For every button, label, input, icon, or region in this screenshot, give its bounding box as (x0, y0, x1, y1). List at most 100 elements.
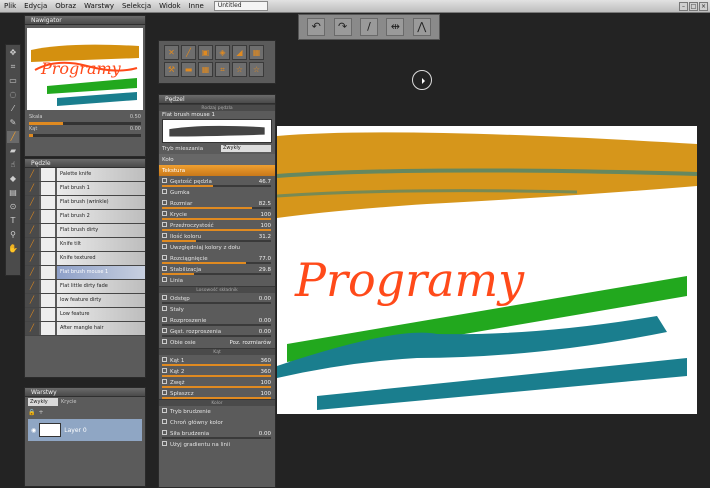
checkbox-icon[interactable] (162, 189, 167, 194)
add-layer-icon[interactable]: + (38, 409, 43, 416)
checkbox-icon[interactable] (162, 379, 167, 384)
property-row[interactable]: Rozciągnięcie 77.0 (159, 253, 275, 264)
option-kolo[interactable]: Koło (159, 154, 275, 165)
menu-plik[interactable]: Plik (0, 0, 20, 13)
checkbox-icon[interactable] (162, 255, 167, 260)
tile-stack-icon[interactable]: ◈ (215, 45, 230, 60)
checkbox-icon[interactable] (162, 390, 167, 395)
checkbox-icon[interactable] (162, 200, 167, 205)
property-row[interactable]: Tryb brudzenie (159, 406, 275, 417)
tile-tri-icon[interactable]: ◢ (232, 45, 247, 60)
blend-mode-dropdown[interactable]: Zwykły (221, 145, 271, 152)
minimize-icon[interactable]: – (679, 2, 688, 11)
tile-grid-icon[interactable]: ▦ (198, 62, 213, 77)
checkbox-icon[interactable] (162, 368, 167, 373)
clone-icon[interactable]: ⊙ (7, 201, 19, 213)
property-row[interactable]: Gęst. rozproszenia 0.00 (159, 326, 275, 337)
tile-folder-icon[interactable]: ▬ (181, 62, 196, 77)
property-row[interactable]: Rozmiar 82.5 (159, 198, 275, 209)
move-icon[interactable]: ✥ (7, 47, 19, 59)
checkbox-icon[interactable] (162, 277, 167, 282)
brush-item[interactable]: ╱ low feature dirty (25, 294, 145, 308)
property-row[interactable]: Spłaszcz 100 (159, 388, 275, 399)
property-row[interactable]: Przeźroczystość 100 (159, 220, 275, 231)
property-row[interactable]: Siła brudzenia 0.00 (159, 428, 275, 439)
tile-crop-icon[interactable]: ⌗ (215, 62, 230, 77)
eyedropper-icon[interactable]: ⁄ (7, 103, 19, 115)
checkbox-icon[interactable] (162, 244, 167, 249)
brush-item[interactable]: ╱ Palette knife (25, 168, 145, 182)
angle-slider[interactable] (29, 134, 141, 137)
brush-tool-icon[interactable]: / (359, 18, 378, 36)
smudge-icon[interactable]: ☝ (7, 159, 19, 171)
crop-icon[interactable]: ⌗ (7, 61, 19, 73)
brush-item[interactable]: ╱ Knife tilt (25, 238, 145, 252)
brush-item[interactable]: ╱ Knife textured (25, 252, 145, 266)
menu-widok[interactable]: Widok (155, 0, 185, 13)
property-row[interactable]: Linia (159, 275, 275, 286)
blend-mode-select[interactable]: Zwykły (28, 398, 58, 406)
pen-icon[interactable]: ✎ (7, 117, 19, 129)
brush-item[interactable]: ╱ After mangle hair (25, 322, 145, 336)
hand-icon[interactable]: ✋ (7, 243, 19, 255)
text-icon[interactable]: T (7, 215, 19, 227)
tile-brush-icon[interactable]: ╱ (181, 45, 196, 60)
checkbox-icon[interactable] (162, 430, 167, 435)
eraser-icon[interactable]: ▰ (7, 145, 19, 157)
checkbox-icon[interactable] (162, 266, 167, 271)
brush-icon[interactable]: ╱ (7, 131, 19, 143)
scale-slider[interactable] (29, 122, 141, 125)
brush-item[interactable]: ╱ Flat brush dirty (25, 224, 145, 238)
tile-star-icon[interactable]: ☆ (232, 62, 247, 77)
checkbox-icon[interactable] (162, 339, 167, 344)
tile-layers-icon[interactable]: ▣ (198, 45, 213, 60)
fill-icon[interactable]: ◆ (7, 173, 19, 185)
checkbox-icon[interactable] (162, 211, 167, 216)
property-row[interactable]: Odstęp 0.00 (159, 293, 275, 304)
tile-tools-icon[interactable]: ✕ (164, 45, 179, 60)
brush-item[interactable]: ╱ Flat brush mouse 1 (25, 266, 145, 280)
redo-icon[interactable]: ↷ (333, 18, 352, 36)
property-row[interactable]: Gumka (159, 187, 275, 198)
tile-hammer-icon[interactable]: ⚒ (164, 62, 179, 77)
checkbox-icon[interactable] (162, 408, 167, 413)
brush-item[interactable]: ╱ Flat brush (wrinkle) (25, 196, 145, 210)
zoom-icon[interactable]: ⚲ (7, 229, 19, 241)
menu-inne[interactable]: Inne (185, 0, 208, 13)
checkbox-icon[interactable] (162, 328, 167, 333)
gradient-icon[interactable]: ▤ (7, 187, 19, 199)
menu-edycja[interactable]: Edycja (20, 0, 51, 13)
checkbox-icon[interactable] (162, 357, 167, 362)
checkbox-icon[interactable] (162, 222, 167, 227)
property-row[interactable]: Obie osie Poz. rozmiarów (159, 337, 275, 348)
property-row[interactable]: Chroń główny kolor (159, 417, 275, 428)
menu-obraz[interactable]: Obraz (51, 0, 80, 13)
brush-item[interactable]: ╱ Low feature (25, 308, 145, 322)
brush-item[interactable]: ╱ Flat little dirty fade (25, 280, 145, 294)
document-tab[interactable]: Untitled (213, 1, 268, 11)
checkbox-icon[interactable] (162, 178, 167, 183)
checkbox-icon[interactable] (162, 233, 167, 238)
rect-select-icon[interactable]: ▭ (7, 75, 19, 87)
checkbox-icon[interactable] (162, 317, 167, 322)
lasso-icon[interactable]: ◌ (7, 89, 19, 101)
symmetry-icon[interactable]: ⋀ (412, 18, 431, 36)
property-row[interactable]: Ilość koloru 31.2 (159, 231, 275, 242)
property-row[interactable]: Kąt 1 360 (159, 355, 275, 366)
menu-selekcja[interactable]: Selekcja (118, 0, 155, 13)
property-row[interactable]: Stabilizacja 29.8 (159, 264, 275, 275)
layer-row[interactable]: ◉ Layer 0 (28, 419, 142, 441)
undo-icon[interactable]: ↶ (307, 18, 326, 36)
property-row[interactable]: Stały (159, 304, 275, 315)
close-icon[interactable]: × (699, 2, 708, 11)
property-row[interactable]: Użyj gradientu na linii (159, 439, 275, 450)
menu-warstwy[interactable]: Warstwy (80, 0, 118, 13)
property-row[interactable]: Rozproszenie 0.00 (159, 315, 275, 326)
property-slider[interactable] (162, 397, 271, 399)
tile-palette-icon[interactable]: ▦ (249, 45, 264, 60)
property-row[interactable]: Zwęż 100 (159, 377, 275, 388)
checkbox-icon[interactable] (162, 306, 167, 311)
property-row[interactable]: Gęstość pędzla 46.7 (159, 176, 275, 187)
navigator-thumbnail[interactable]: Programy (27, 28, 143, 110)
visibility-eye-icon[interactable]: ◉ (31, 427, 36, 434)
